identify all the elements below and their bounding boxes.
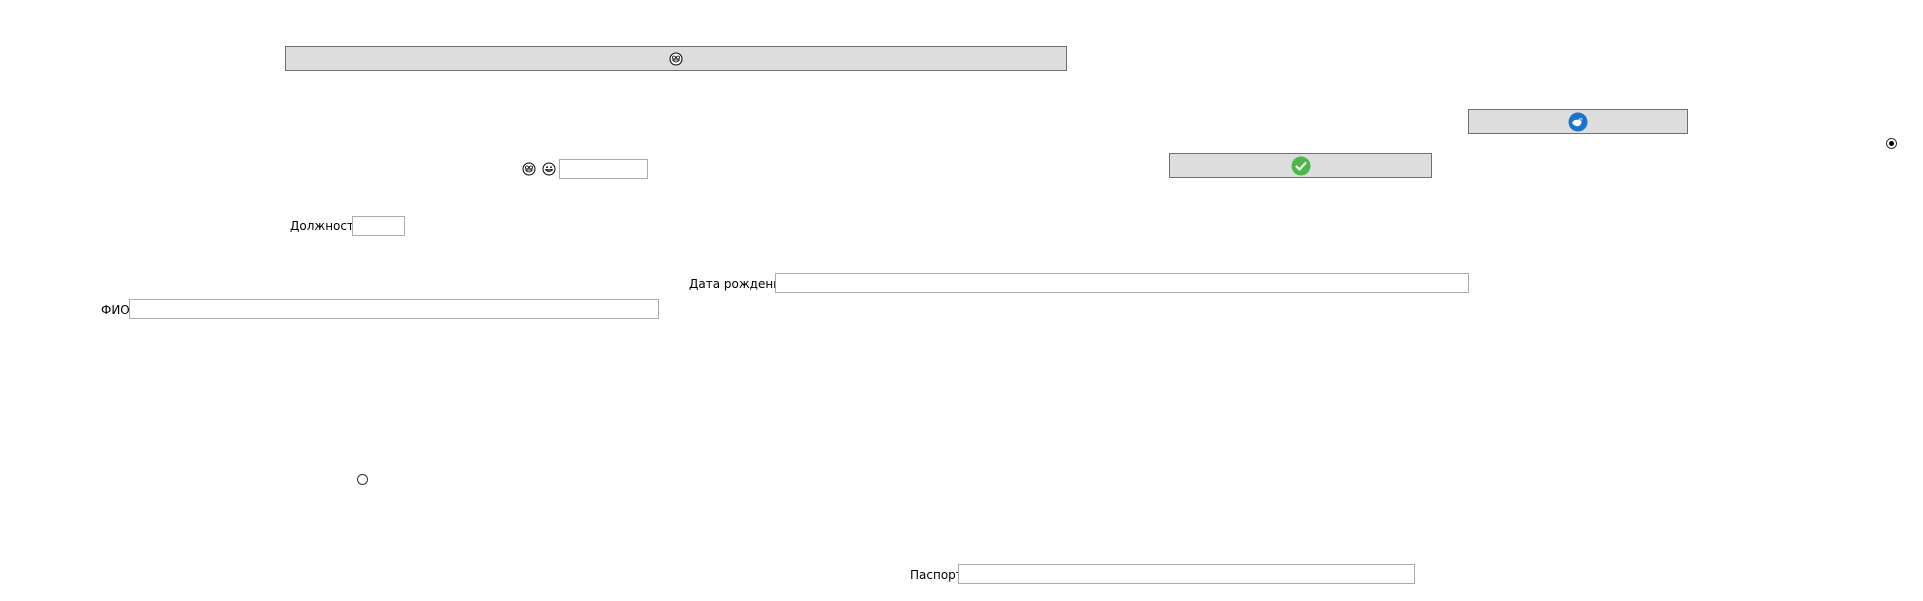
blue-bird-icon: [1568, 112, 1588, 132]
right-radio-button[interactable]: [1886, 138, 1897, 149]
check-button[interactable]: [1169, 153, 1432, 178]
birthdate-label: Дата рождения: [689, 277, 789, 291]
passport-field[interactable]: [958, 564, 1415, 584]
grinning-face-icon: [542, 162, 556, 176]
position-field[interactable]: [352, 216, 405, 236]
fio-label: ФИО: [101, 303, 130, 317]
position-label: Должность: [290, 219, 362, 233]
birthdate-field[interactable]: [775, 273, 1469, 293]
left-radio-button[interactable]: [357, 474, 368, 485]
window-canvas: Должность Дата рождения ФИО Паспорт: [0, 0, 1923, 601]
emoji-row-input[interactable]: [559, 159, 648, 179]
fio-field[interactable]: [129, 299, 659, 319]
smiley-face-icon: [522, 162, 536, 176]
smiley-button[interactable]: [285, 46, 1067, 71]
smiley-face-icon: [669, 52, 683, 66]
passport-label: Паспорт: [910, 568, 963, 582]
bird-button[interactable]: [1468, 109, 1688, 134]
green-checkmark-icon: [1291, 156, 1311, 176]
